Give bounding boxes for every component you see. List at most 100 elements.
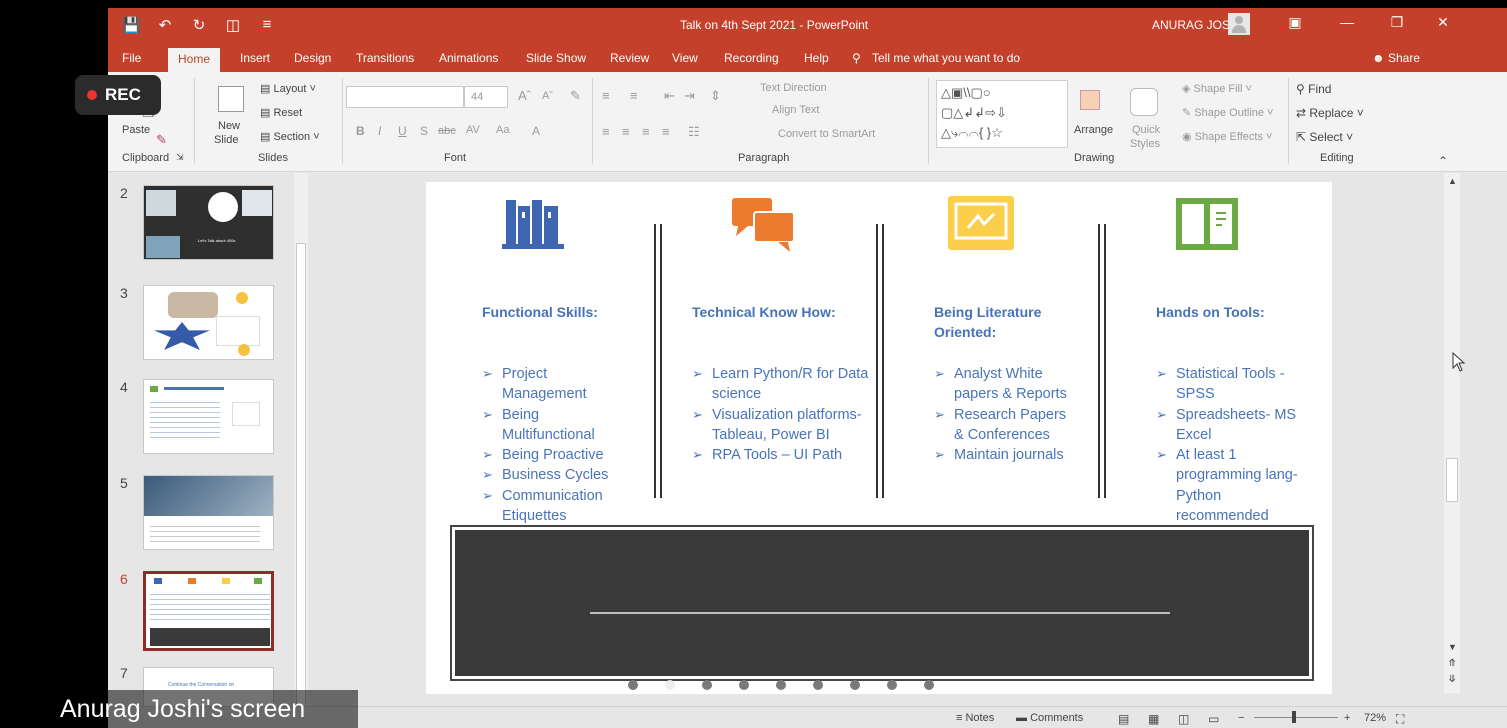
italic-button[interactable]: I: [378, 124, 381, 138]
font-color-icon[interactable]: A: [532, 124, 540, 138]
slideshow-view-icon[interactable]: ▭: [1208, 712, 1219, 726]
align-text-button[interactable]: Align Text: [772, 104, 820, 116]
shapes-gallery[interactable]: △▣\\▢○ ▢△↲↲⇨⇩ △⤷⌒⌒{ }☆: [936, 80, 1068, 148]
char-spacing-icon[interactable]: AV: [466, 124, 480, 136]
layout-button[interactable]: ▤ Layout ˅: [260, 82, 316, 95]
zoom-in-icon[interactable]: +: [1344, 712, 1350, 724]
tab-design[interactable]: Design: [294, 51, 331, 65]
bullets-icon[interactable]: ≡: [602, 88, 610, 103]
tell-me-search[interactable]: Tell me what you want to do: [872, 51, 1020, 65]
avatar[interactable]: [1228, 13, 1250, 35]
arrange-icon[interactable]: [1080, 90, 1100, 110]
clear-formatting-icon[interactable]: ✎: [570, 88, 581, 104]
notes-button[interactable]: ≡ Notes: [956, 712, 994, 724]
quick-styles-icon[interactable]: [1130, 88, 1158, 116]
zoom-slider[interactable]: [1254, 717, 1338, 718]
decrease-font-icon[interactable]: Aˇ: [542, 90, 553, 102]
zoom-slider-thumb[interactable]: [1292, 711, 1296, 723]
carousel-dot[interactable]: [665, 680, 675, 690]
scroll-up-icon[interactable]: ▲: [1448, 176, 1457, 186]
new-slide-icon[interactable]: [218, 86, 244, 112]
slide-thumbnail[interactable]: [143, 285, 274, 360]
shadow-button[interactable]: S: [420, 124, 428, 138]
tab-animations[interactable]: Animations: [439, 51, 498, 65]
tab-view[interactable]: View: [672, 51, 698, 65]
tab-insert[interactable]: Insert: [240, 51, 270, 65]
reading-view-icon[interactable]: ◫: [1178, 712, 1189, 726]
slide-scrollbar[interactable]: [1444, 173, 1460, 693]
undo-icon[interactable]: ↶: [156, 16, 174, 34]
shape-outline-button[interactable]: ✎ Shape Outline ˅: [1182, 106, 1273, 119]
slide-thumbnail[interactable]: [143, 379, 274, 454]
text-direction-button[interactable]: Text Direction: [760, 82, 827, 94]
new-slide-label-1[interactable]: New: [218, 120, 240, 132]
arrange-button[interactable]: Arrange: [1074, 124, 1113, 136]
carousel-dot[interactable]: [850, 680, 860, 690]
tab-file[interactable]: File: [122, 51, 141, 65]
carousel-dot[interactable]: [887, 680, 897, 690]
zoom-out-icon[interactable]: −: [1238, 712, 1244, 724]
new-slide-label-2[interactable]: Slide: [214, 134, 238, 146]
increase-font-icon[interactable]: Aˆ: [518, 88, 531, 103]
collapse-ribbon-icon[interactable]: ⌃: [1438, 154, 1448, 168]
bold-button[interactable]: B: [356, 124, 365, 138]
justify-icon[interactable]: ≡: [662, 124, 670, 139]
reset-button[interactable]: ▤ Reset: [260, 106, 302, 119]
carousel-dot[interactable]: [813, 680, 823, 690]
decrease-indent-icon[interactable]: ⇤: [664, 88, 675, 104]
ribbon-display-icon[interactable]: ▣: [1282, 14, 1308, 31]
carousel-dot[interactable]: [739, 680, 749, 690]
redo-icon[interactable]: ↻: [190, 16, 208, 34]
customize-icon[interactable]: ≡: [258, 16, 276, 34]
tab-review[interactable]: Review: [610, 51, 649, 65]
select-button[interactable]: ⇱ Select ˅: [1296, 130, 1353, 144]
quick-styles-label-1[interactable]: Quick: [1132, 124, 1160, 136]
save-icon[interactable]: 💾: [122, 16, 141, 34]
align-right-icon[interactable]: ≡: [642, 124, 650, 139]
slide-thumbnail[interactable]: [143, 475, 274, 550]
font-name-combo[interactable]: [346, 86, 464, 108]
font-size-combo[interactable]: 44: [464, 86, 508, 108]
shape-effects-button[interactable]: ◉ Shape Effects ˅: [1182, 130, 1272, 143]
convert-smartart-button[interactable]: Convert to SmartArt: [778, 128, 875, 140]
carousel-dot[interactable]: [628, 680, 638, 690]
slide-sorter-icon[interactable]: ▦: [1148, 712, 1159, 726]
tab-transitions[interactable]: Transitions: [356, 51, 414, 65]
tab-recording[interactable]: Recording: [724, 51, 779, 65]
slide-scroll-thumb[interactable]: [1446, 458, 1458, 502]
dialog-launcher-icon[interactable]: ⇲: [176, 152, 184, 163]
fit-to-window-icon[interactable]: ⛶: [1396, 712, 1404, 727]
numbering-icon[interactable]: ≡: [630, 88, 638, 103]
find-button[interactable]: ⚲ Find: [1296, 82, 1331, 96]
slide-thumbnail[interactable]: Let's Talk about 400s: [143, 185, 274, 260]
slide-thumbnail-selected[interactable]: [143, 571, 274, 651]
close-icon[interactable]: ✕: [1430, 14, 1456, 31]
thumbnail-scroll-thumb[interactable]: [296, 243, 306, 721]
change-case-button[interactable]: Aa: [496, 124, 509, 136]
carousel-dot[interactable]: [924, 680, 934, 690]
tab-help[interactable]: Help: [804, 51, 829, 65]
replace-button[interactable]: ⇄ Replace ˅: [1296, 106, 1364, 120]
tab-slide-show[interactable]: Slide Show: [526, 51, 586, 65]
quick-styles-label-2[interactable]: Styles: [1130, 138, 1160, 150]
scroll-down-icon[interactable]: ▼: [1448, 642, 1457, 652]
line-spacing-icon[interactable]: ⇕: [710, 88, 721, 104]
shape-fill-button[interactable]: ◈ Shape Fill ˅: [1182, 82, 1252, 95]
columns-icon[interactable]: ☷: [688, 124, 700, 140]
minimize-icon[interactable]: —: [1334, 14, 1360, 30]
section-button[interactable]: ▤ Section ˅: [260, 130, 320, 143]
align-left-icon[interactable]: ≡: [602, 124, 610, 139]
carousel-dot[interactable]: [776, 680, 786, 690]
paste-button[interactable]: Paste: [122, 124, 150, 136]
tab-home[interactable]: Home: [168, 48, 221, 72]
normal-view-icon[interactable]: ▤: [1118, 712, 1129, 726]
restore-icon[interactable]: ❐: [1384, 14, 1410, 31]
present-icon[interactable]: ◫: [224, 16, 242, 34]
share-button[interactable]: ☻ Share: [1372, 51, 1420, 65]
align-center-icon[interactable]: ≡: [622, 124, 630, 139]
comments-button[interactable]: ▬ Comments: [1016, 712, 1083, 724]
underline-button[interactable]: U: [398, 124, 407, 138]
next-slide-icon[interactable]: ⤋: [1448, 674, 1456, 685]
previous-slide-icon[interactable]: ⤊: [1448, 658, 1456, 669]
zoom-level[interactable]: 72%: [1364, 712, 1386, 724]
